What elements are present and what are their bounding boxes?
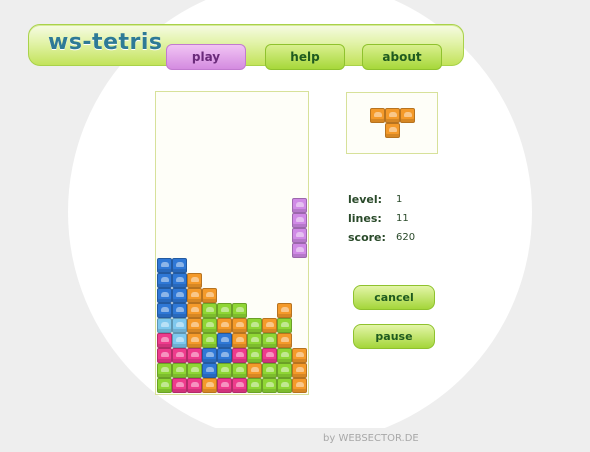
- board-block: [217, 348, 232, 363]
- level-label: level:: [348, 193, 383, 206]
- board-block: [187, 288, 202, 303]
- board-block: [172, 273, 187, 288]
- board-block: [262, 363, 277, 378]
- board-block: [232, 318, 247, 333]
- board-block: [157, 258, 172, 273]
- board-block: [157, 378, 172, 393]
- board-block: [202, 303, 217, 318]
- board-block: [262, 333, 277, 348]
- board-block: [172, 348, 187, 363]
- board-block: [292, 228, 307, 243]
- lines-label: lines:: [348, 212, 382, 225]
- bottom-strip: [0, 428, 590, 452]
- board-block: [262, 348, 277, 363]
- board-block: [277, 303, 292, 318]
- next-piece-block: [400, 108, 415, 123]
- board-block: [262, 378, 277, 393]
- board-block: [187, 333, 202, 348]
- board-block: [292, 213, 307, 228]
- board-block: [157, 273, 172, 288]
- board-block: [172, 378, 187, 393]
- board-block: [187, 363, 202, 378]
- board-block: [277, 348, 292, 363]
- lines-value: 11: [396, 213, 409, 224]
- board-block: [217, 318, 232, 333]
- board-block: [247, 378, 262, 393]
- board-block: [187, 348, 202, 363]
- board-block: [277, 378, 292, 393]
- board-block: [157, 333, 172, 348]
- next-piece-preview: [346, 92, 438, 154]
- board-block: [187, 303, 202, 318]
- next-piece-block: [385, 123, 400, 138]
- board-block: [202, 318, 217, 333]
- board-block: [157, 363, 172, 378]
- board-block: [277, 318, 292, 333]
- tab-play[interactable]: play: [166, 44, 246, 70]
- pause-button[interactable]: pause: [353, 324, 435, 349]
- board-block: [277, 333, 292, 348]
- board-block: [157, 348, 172, 363]
- board-block: [232, 363, 247, 378]
- board-block: [292, 198, 307, 213]
- board-block: [202, 378, 217, 393]
- board-block: [202, 348, 217, 363]
- board-block: [157, 318, 172, 333]
- board-block: [217, 363, 232, 378]
- board-block: [292, 243, 307, 258]
- board-block: [232, 303, 247, 318]
- board-block: [292, 348, 307, 363]
- tab-help[interactable]: help: [265, 44, 345, 70]
- board-block: [172, 303, 187, 318]
- board-block: [232, 378, 247, 393]
- board-block: [202, 288, 217, 303]
- board-block: [202, 333, 217, 348]
- board-block: [172, 288, 187, 303]
- board-block: [262, 318, 277, 333]
- board-block: [157, 288, 172, 303]
- score-label: score:: [348, 231, 386, 244]
- board-block: [247, 348, 262, 363]
- app-logo: ws-tetris: [48, 30, 163, 55]
- board-block: [187, 378, 202, 393]
- board-block: [247, 363, 262, 378]
- board-block: [232, 333, 247, 348]
- board-block: [187, 318, 202, 333]
- next-piece-block: [385, 108, 400, 123]
- tab-about[interactable]: about: [362, 44, 442, 70]
- board-block: [172, 333, 187, 348]
- footer-credit: by WEBSECTOR.DE: [323, 433, 419, 444]
- score-value: 620: [396, 232, 416, 243]
- board-block: [232, 348, 247, 363]
- board-block: [172, 258, 187, 273]
- board-block: [217, 333, 232, 348]
- board-block: [217, 378, 232, 393]
- board-block: [247, 333, 262, 348]
- board-block: [187, 273, 202, 288]
- board-block: [202, 363, 217, 378]
- board-block: [277, 363, 292, 378]
- board-block: [292, 378, 307, 393]
- game-board[interactable]: [155, 91, 309, 395]
- board-block: [292, 363, 307, 378]
- board-block: [247, 318, 262, 333]
- level-value: 1: [396, 194, 403, 205]
- board-block: [172, 318, 187, 333]
- cancel-button[interactable]: cancel: [353, 285, 435, 310]
- board-block: [157, 303, 172, 318]
- next-piece-block: [370, 108, 385, 123]
- board-block: [217, 303, 232, 318]
- board-block: [172, 363, 187, 378]
